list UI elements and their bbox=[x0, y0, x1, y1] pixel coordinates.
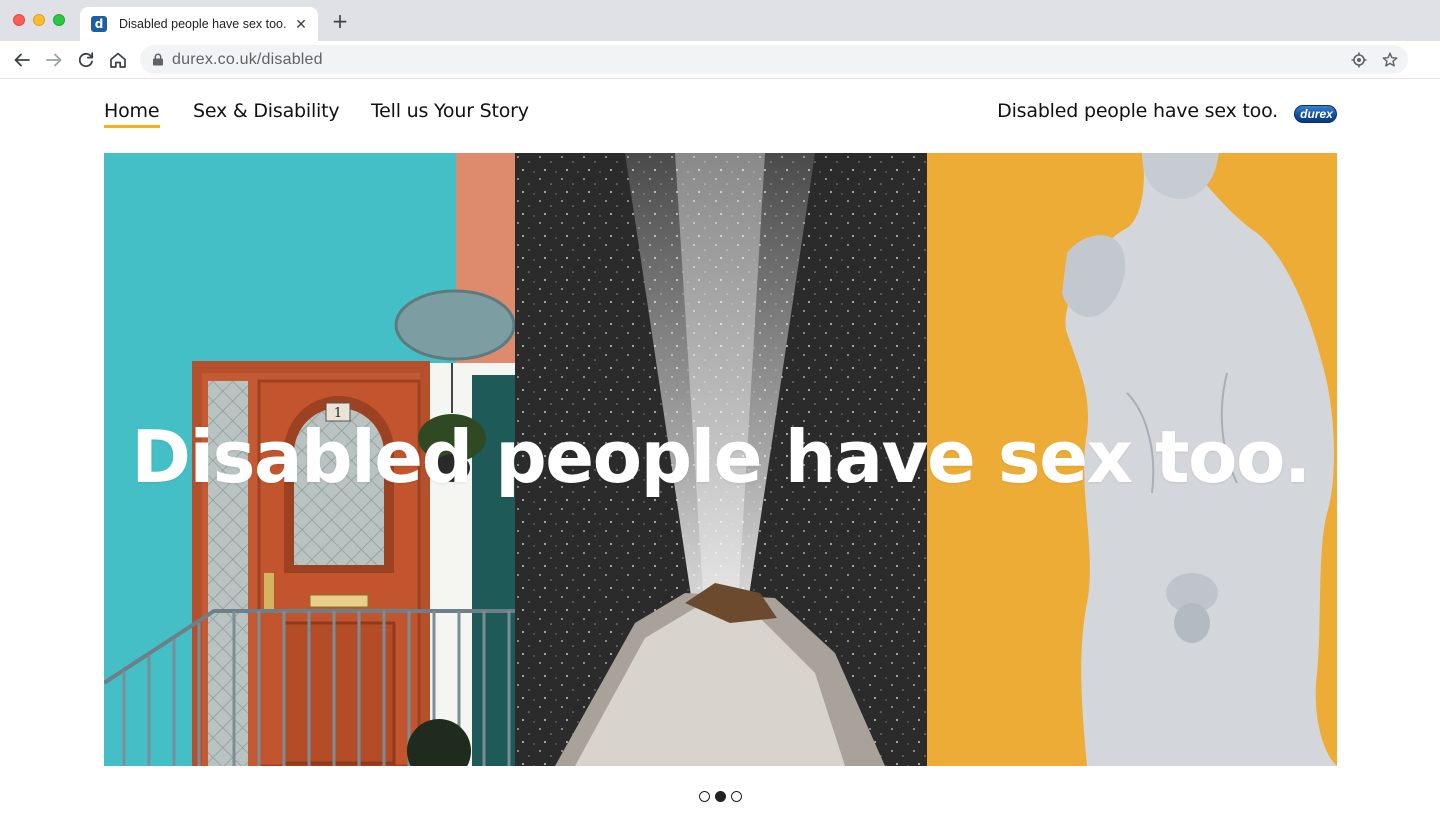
durex-logo-text: durex bbox=[1300, 107, 1333, 121]
hero-title: Disabled people have sex too. bbox=[131, 415, 1311, 499]
window-close-button[interactable] bbox=[13, 14, 25, 26]
nav-sex-disability-link[interactable]: Sex & Disability bbox=[193, 100, 340, 122]
star-icon[interactable] bbox=[1381, 51, 1399, 69]
lock-icon bbox=[152, 53, 164, 66]
home-icon[interactable] bbox=[107, 49, 129, 71]
url-text[interactable]: durex.co.uk/disabled bbox=[172, 51, 323, 69]
nav-tell-story-link[interactable]: Tell us Your Story bbox=[371, 100, 529, 122]
forward-arrow-icon[interactable] bbox=[43, 49, 65, 71]
browser-tab-bar: d Disabled people have sex too. ✕ + bbox=[0, 0, 1440, 41]
carousel-dot-3[interactable] bbox=[731, 791, 742, 802]
location-target-icon[interactable] bbox=[1350, 51, 1368, 69]
address-bar[interactable]: durex.co.uk/disabled bbox=[140, 45, 1408, 74]
nav-home-link[interactable]: Home bbox=[104, 100, 160, 122]
browser-tab[interactable]: d Disabled people have sex too. ✕ bbox=[80, 7, 318, 41]
reload-icon[interactable] bbox=[75, 49, 97, 71]
active-nav-underline bbox=[104, 125, 160, 128]
back-arrow-icon[interactable] bbox=[11, 49, 33, 71]
carousel-dot-1[interactable] bbox=[699, 791, 710, 802]
window-maximize-button[interactable] bbox=[53, 14, 65, 26]
new-tab-icon[interactable]: + bbox=[330, 11, 350, 32]
carousel-dot-2[interactable] bbox=[715, 791, 726, 802]
tab-close-icon[interactable]: ✕ bbox=[292, 15, 310, 33]
site-tagline: Disabled people have sex too. bbox=[997, 100, 1278, 122]
carousel-pagination bbox=[699, 791, 743, 804]
window-minimize-button[interactable] bbox=[33, 14, 45, 26]
tab-title: Disabled people have sex too. bbox=[119, 17, 287, 31]
hero-banner: 1 Disabled people have sex too. bbox=[104, 153, 1337, 766]
tab-favicon-icon: d bbox=[91, 16, 107, 32]
durex-logo[interactable]: durex bbox=[1294, 105, 1337, 123]
browser-toolbar: durex.co.uk/disabled bbox=[0, 41, 1440, 79]
